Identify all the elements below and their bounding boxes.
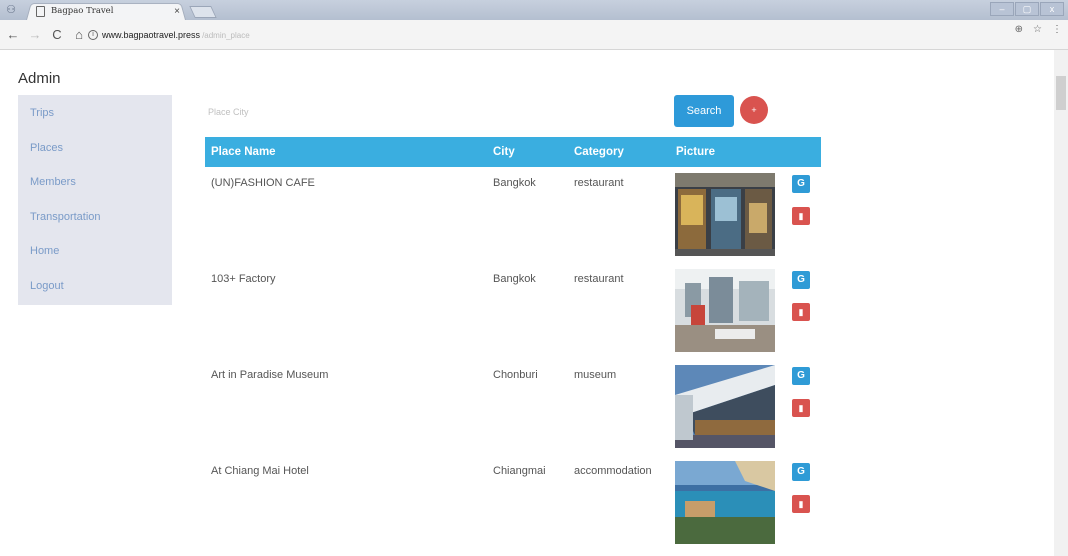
address-bar: ← → C ⌂ i www.bagpaotravel.press /admin_…	[0, 20, 1068, 50]
new-tab-button[interactable]	[189, 6, 217, 18]
place-picture	[675, 365, 775, 448]
sidebar-item-logout[interactable]: Logout	[18, 268, 172, 303]
table-row: (UN)FASHION CAFE Bangkok restaurant G ▮	[205, 167, 821, 263]
browser-tab-content[interactable]: Bagpao Travel ×	[36, 4, 182, 18]
menu-icon[interactable]: ⋮	[1052, 24, 1062, 35]
reload-icon[interactable]: C	[48, 27, 66, 42]
omnibox-actions: ⊕ ☆ ⋮	[1015, 24, 1062, 35]
page-icon	[36, 5, 45, 17]
trash-icon[interactable]: ▮	[792, 399, 810, 417]
trash-icon[interactable]: ▮	[792, 207, 810, 225]
cell-category: accommodation	[574, 465, 652, 477]
cell-place-name: 103+ Factory	[211, 273, 276, 285]
table-row: Art in Paradise Museum Chonburi museum G…	[205, 359, 821, 455]
sidebar-item-places[interactable]: Places	[18, 130, 172, 165]
header-place-name: Place Name	[211, 146, 276, 158]
page-scrollbar[interactable]	[1054, 50, 1068, 556]
search-input[interactable]	[205, 100, 665, 124]
header-picture: Picture	[676, 146, 715, 158]
tab-title: Bagpao Travel	[51, 6, 114, 16]
sidebar-item-transportation[interactable]: Transportation	[18, 199, 172, 234]
cell-category: restaurant	[574, 273, 624, 285]
bookmark-star-icon[interactable]: ☆	[1033, 24, 1042, 35]
cell-city: Chonburi	[493, 369, 538, 381]
add-place-button[interactable]: +	[740, 96, 768, 124]
table-header: Place Name City Category Picture	[205, 137, 821, 167]
minimize-button[interactable]: –	[990, 2, 1014, 16]
sidebar-item-home[interactable]: Home	[18, 233, 172, 268]
place-picture	[675, 269, 775, 352]
cell-place-name: (UN)FASHION CAFE	[211, 177, 315, 189]
cell-place-name: Art in Paradise Museum	[211, 369, 329, 381]
cell-category: museum	[574, 369, 617, 381]
edit-icon[interactable]: G	[792, 367, 810, 385]
header-category: Category	[574, 146, 624, 158]
place-picture	[675, 461, 775, 544]
forward-icon[interactable]: →	[26, 27, 44, 42]
maximize-button[interactable]: ▢	[1015, 2, 1039, 16]
url-host: www.bagpaotravel.press	[102, 30, 201, 40]
profile-icon[interactable]: ⚇	[3, 3, 19, 17]
sidebar-item-trips[interactable]: Trips	[18, 95, 172, 130]
places-table: Place Name City Category Picture (UN)FAS…	[205, 137, 821, 551]
back-icon[interactable]: ←	[4, 27, 22, 42]
edit-icon[interactable]: G	[792, 175, 810, 193]
place-picture	[675, 173, 775, 256]
url-path: /admin_place	[202, 30, 250, 40]
cell-city: Chiangmai	[493, 465, 546, 477]
cell-city: Bangkok	[493, 273, 536, 285]
sidebar-item-members[interactable]: Members	[18, 164, 172, 199]
header-city: City	[493, 146, 515, 158]
edit-icon[interactable]: G	[792, 463, 810, 481]
tab-close-icon[interactable]: ×	[172, 6, 182, 17]
cell-category: restaurant	[574, 177, 624, 189]
trash-icon[interactable]: ▮	[792, 303, 810, 321]
search-button[interactable]: Search	[674, 95, 734, 127]
sidebar: Trips Places Members Transportation Home…	[18, 95, 172, 305]
edit-icon[interactable]: G	[792, 271, 810, 289]
url-field[interactable]: i www.bagpaotravel.press /admin_place	[88, 25, 1048, 45]
browser-tab-bar: ⚇ Bagpao Travel × – ▢ x	[0, 0, 1068, 20]
table-row: At Chiang Mai Hotel Chiangmai accommodat…	[205, 455, 821, 551]
home-icon[interactable]: ⌂	[70, 27, 88, 42]
zoom-icon[interactable]: ⊕	[1015, 24, 1023, 35]
page-content: Admin Trips Places Members Transportatio…	[0, 50, 1068, 556]
window-controls: – ▢ x	[990, 2, 1064, 16]
cell-place-name: At Chiang Mai Hotel	[211, 465, 309, 477]
info-icon[interactable]: i	[88, 30, 98, 40]
table-row: 103+ Factory Bangkok restaurant G ▮	[205, 263, 821, 359]
trash-icon[interactable]: ▮	[792, 495, 810, 513]
page-title: Admin	[18, 70, 61, 87]
scrollbar-thumb[interactable]	[1056, 76, 1066, 110]
close-window-button[interactable]: x	[1040, 2, 1064, 16]
cell-city: Bangkok	[493, 177, 536, 189]
